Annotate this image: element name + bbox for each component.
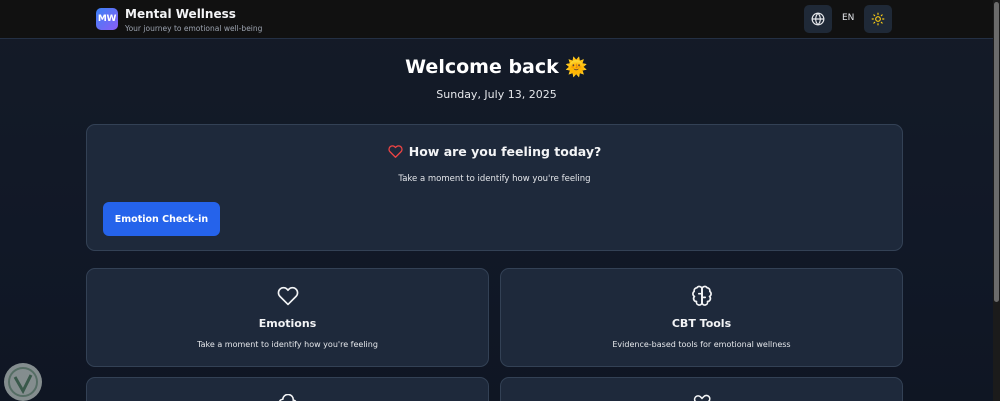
- watermark-logo: [8, 367, 38, 397]
- tile-subtitle: Evidence-based tools for emotional welln…: [612, 340, 791, 349]
- language-label[interactable]: EN: [842, 13, 854, 23]
- brain-icon: [691, 285, 712, 306]
- app-title: Mental Wellness: [125, 7, 236, 21]
- app-logo[interactable]: MW: [96, 8, 118, 30]
- theme-toggle-button[interactable]: [864, 5, 892, 33]
- feeling-card: How are you feeling today? Take a moment…: [86, 124, 903, 251]
- sun-emoji-icon: 🌞: [565, 57, 588, 78]
- heart-icon: [277, 286, 298, 306]
- watermark-badge: [4, 363, 42, 401]
- cbt-tools-tile[interactable]: CBT Tools Evidence-based tools for emoti…: [500, 268, 903, 367]
- tile-partial-right[interactable]: [500, 377, 903, 401]
- feeling-card-subtitle: Take a moment to identify how you're fee…: [398, 174, 591, 184]
- welcome-title: Welcome back: [405, 56, 559, 78]
- feeling-card-title-text: How are you feeling today?: [408, 144, 602, 159]
- current-date: Sunday, July 13, 2025: [436, 88, 557, 101]
- scrollbar-track[interactable]: [993, 0, 1000, 401]
- cloud-icon: [278, 394, 297, 401]
- app-subtitle: Your journey to emotional well-being: [125, 24, 263, 33]
- heart-icon: [388, 145, 403, 158]
- tile-partial-left[interactable]: [86, 377, 489, 401]
- sun-icon: [871, 12, 885, 26]
- tile-title: CBT Tools: [671, 317, 732, 330]
- heart-icon: [693, 394, 711, 401]
- feeling-card-title: How are you feeling today?: [87, 144, 902, 159]
- emotion-checkin-button[interactable]: Emotion Check-in: [103, 202, 220, 236]
- app-header: MW Mental Wellness Your journey to emoti…: [0, 0, 993, 39]
- tile-subtitle: Take a moment to identify how you're fee…: [197, 340, 378, 349]
- welcome-heading: Welcome back 🌞: [0, 56, 993, 78]
- globe-icon: [811, 12, 825, 26]
- scrollbar-thumb[interactable]: [994, 2, 999, 302]
- language-button[interactable]: [804, 5, 832, 33]
- tile-title: Emotions: [258, 317, 317, 330]
- emotions-tile[interactable]: Emotions Take a moment to identify how y…: [86, 268, 489, 367]
